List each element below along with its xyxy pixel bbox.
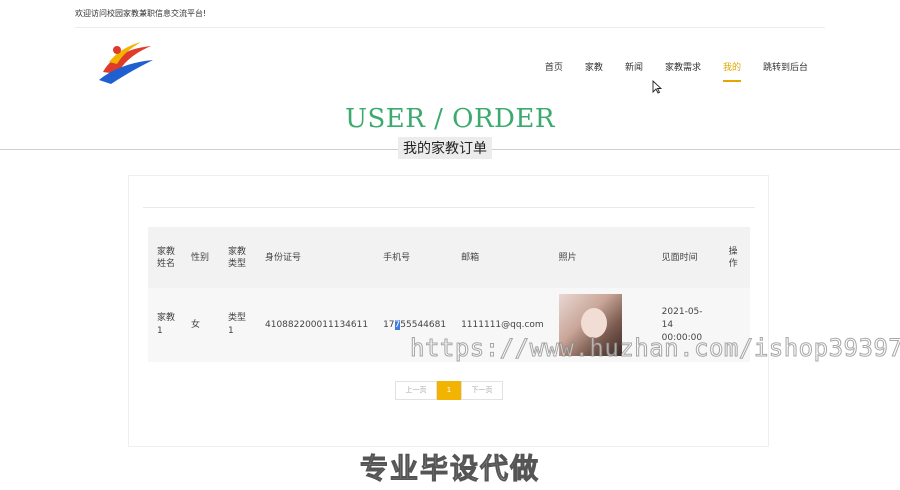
- main-nav: 首页 家教 新闻 家教需求 我的 跳转到后台: [523, 54, 808, 82]
- nav-item-tutor[interactable]: 家教: [585, 54, 603, 82]
- cell-type: 类型1: [228, 313, 247, 336]
- prev-page-button[interactable]: 上一页: [395, 381, 437, 400]
- col-header-action: 操作: [728, 246, 738, 269]
- col-header-name: 家教姓名: [157, 246, 176, 269]
- nav-item-news[interactable]: 新闻: [625, 54, 643, 82]
- nav-item-admin[interactable]: 跳转到后台: [763, 54, 808, 82]
- col-header-photo: 照片: [558, 252, 577, 263]
- watermark-url: https://www.huzhan.com/ishop39397: [409, 334, 900, 363]
- watermark-text: 专业毕设代做: [359, 452, 540, 486]
- page-title: USER / ORDER: [345, 104, 555, 134]
- table-header-row: 家教姓名 性别 家教类型 身份证号 手机号 邮箱 照片 见面时间 操作: [148, 227, 750, 288]
- cell-name: 家教1: [157, 313, 176, 336]
- nav-item-mine[interactable]: 我的: [722, 54, 741, 82]
- phone-part-1: 17: [383, 319, 395, 330]
- mouse-cursor-icon: [652, 80, 662, 94]
- cell-gender: 女: [191, 319, 201, 330]
- page-1-button[interactable]: 1: [437, 381, 461, 400]
- phone-part-2: 55544681: [400, 319, 447, 330]
- col-header-phone: 手机号: [383, 252, 411, 263]
- nav-item-demand[interactable]: 家教需求: [665, 54, 701, 82]
- col-header-meet-time: 见面时间: [661, 252, 698, 263]
- col-header-email: 邮箱: [461, 252, 480, 263]
- pagination: 上一页 1 下一页: [395, 381, 503, 400]
- panel-divider: [143, 207, 755, 208]
- nav-item-home[interactable]: 首页: [545, 54, 563, 82]
- page-subtitle: 我的家教订单: [398, 137, 492, 159]
- col-header-type: 家教类型: [228, 246, 247, 269]
- col-header-gender: 性别: [191, 252, 210, 263]
- cell-id-number: 410882200011134611: [265, 319, 369, 330]
- site-logo[interactable]: [97, 38, 155, 84]
- header-divider: [75, 27, 825, 28]
- welcome-text: 欢迎访问校园家教兼职信息交流平台!: [75, 9, 207, 18]
- col-header-id: 身份证号: [265, 252, 302, 263]
- orders-panel: 家教姓名 性别 家教类型 身份证号 手机号 邮箱 照片 见面时间 操作 家教1 …: [128, 175, 769, 447]
- next-page-button[interactable]: 下一页: [461, 381, 503, 400]
